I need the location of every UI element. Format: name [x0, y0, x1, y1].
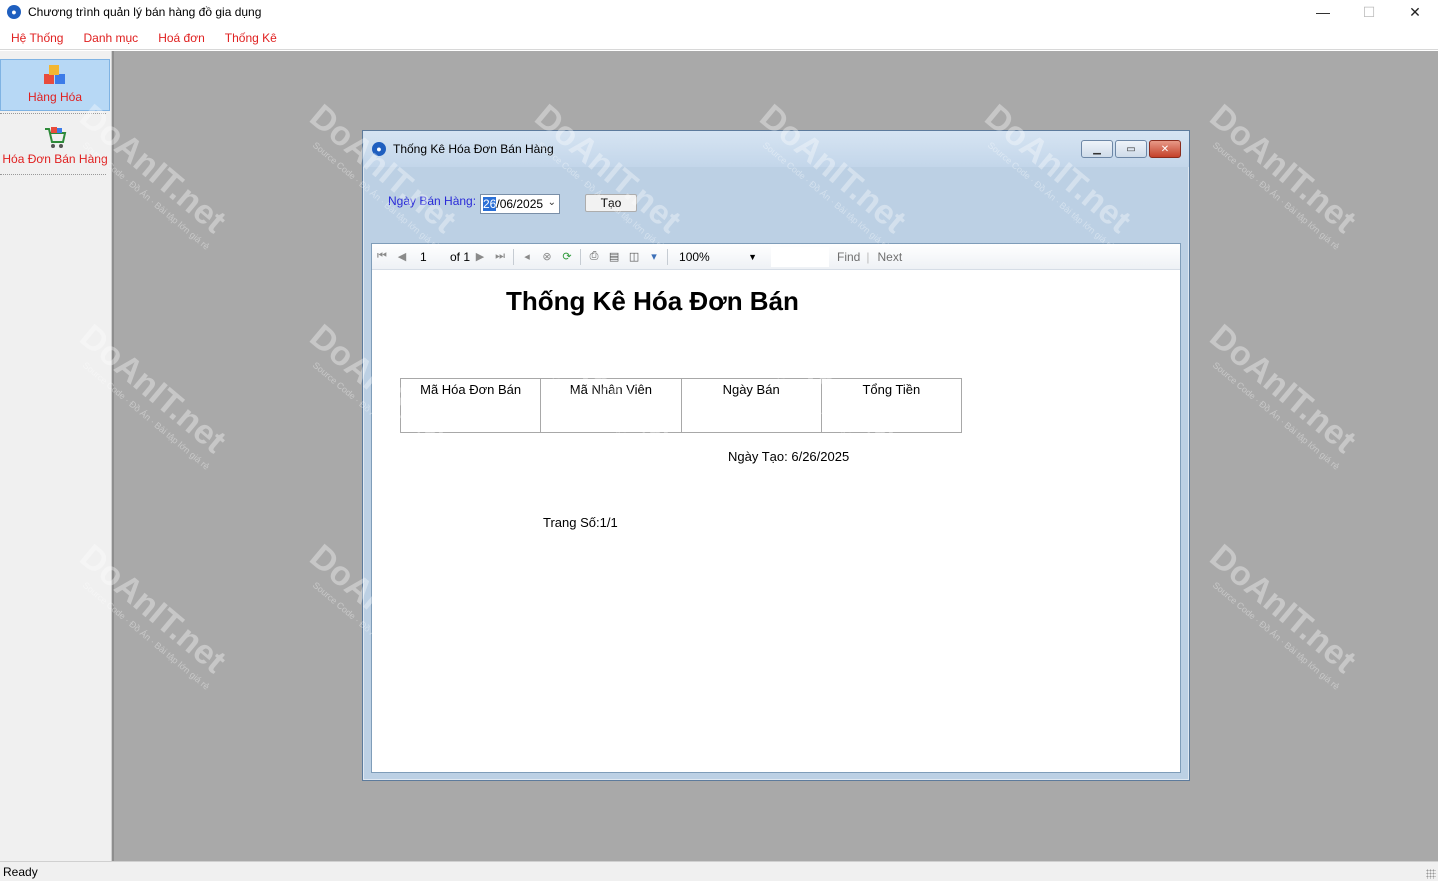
column-header: Mã Nhân Viên [541, 379, 682, 432]
child-close-button[interactable]: ✕ [1149, 140, 1181, 158]
page-setup-icon[interactable]: ◫ [624, 247, 644, 267]
print-layout-icon[interactable]: ▤ [604, 247, 624, 267]
boxes-icon [44, 65, 65, 84]
status-bar: Ready [0, 861, 1438, 881]
status-text: Ready [3, 864, 38, 879]
report-page-number: Trang Số:1/1 [543, 515, 618, 530]
sale-date-label: Ngày Bán Hàng: [388, 194, 477, 208]
export-icon[interactable]: ▾ [644, 247, 664, 267]
shopping-cart-icon [45, 127, 67, 148]
report-window-title: Thống Kê Hóa Đơn Bán Hàng [393, 142, 554, 156]
app-title: Chương trình quản lý bán hàng đồ gia dụn… [28, 5, 262, 19]
report-title: Thống Kê Hóa Đơn Bán [506, 286, 799, 316]
child-restore-button[interactable]: ▭ [1115, 140, 1147, 158]
page-count-label: of 1 [450, 249, 471, 264]
window-controls: — ☐ ✕ [1300, 0, 1438, 24]
window-icon: ● [372, 142, 386, 156]
child-minimize-button[interactable]: ▁ [1081, 140, 1113, 158]
report-window-titlebar[interactable]: ● Thống Kê Hóa Đơn Bán Hàng ▁ ▭ ✕ [363, 131, 1189, 167]
sidebar-item-hang-hoa[interactable]: Hàng Hóa [0, 59, 110, 111]
find-button[interactable]: Find [837, 250, 860, 264]
app-titlebar: ● Chương trình quản lý bán hàng đồ gia d… [0, 0, 1438, 24]
chevron-down-icon: ▼ [748, 251, 758, 262]
last-page-icon[interactable]: ⏭ [490, 247, 510, 267]
report-viewer: ⏮ ◀ 1 of 1 ▶ ⏭ ◂ ⊗ ⟳ ⎙ ▤ ◫ ▾ 100% ▼ Find… [371, 243, 1181, 773]
stop-icon[interactable]: ⊗ [537, 247, 557, 267]
find-divider: | [866, 249, 870, 264]
sidebar: Hàng Hóa Hóa Đơn Bán Hàng [0, 51, 112, 861]
zoom-select[interactable]: 100% ▼ [675, 247, 761, 267]
toolbar-divider [667, 248, 669, 265]
report-table-header: Mã Hóa Đơn Bán Mã Nhân Viên Ngày Bán Tổn… [400, 378, 962, 433]
sidebar-divider [0, 113, 106, 114]
first-page-icon[interactable]: ⏮ [372, 247, 392, 267]
find-input[interactable] [771, 246, 830, 267]
column-header: Mã Hóa Đơn Bán [401, 379, 542, 432]
date-rest: /06/2025 [496, 197, 544, 211]
sidebar-item-label: Hóa Đơn Bán Hàng [2, 152, 108, 166]
menu-he-thong[interactable]: Hệ Thống [0, 27, 73, 49]
create-button[interactable]: Tạo [585, 194, 637, 212]
back-icon[interactable]: ◂ [517, 247, 537, 267]
sale-date-picker[interactable]: 26 /06/2025 ⌄ [480, 194, 560, 214]
report-toolbar: ⏮ ◀ 1 of 1 ▶ ⏭ ◂ ⊗ ⟳ ⎙ ▤ ◫ ▾ 100% ▼ Find… [372, 244, 1180, 270]
report-window-controls: ▁ ▭ ✕ [1081, 140, 1181, 158]
maximize-button[interactable]: ☐ [1346, 0, 1392, 24]
page-number-input[interactable]: 1 [416, 247, 446, 267]
refresh-icon[interactable]: ⟳ [557, 247, 577, 267]
date-day-selected: 26 [483, 197, 497, 211]
close-button[interactable]: ✕ [1392, 0, 1438, 24]
sidebar-item-hoa-don-ban-hang[interactable]: Hóa Đơn Bán Hàng [0, 116, 110, 172]
report-created-date: Ngày Tạo: 6/26/2025 [728, 449, 850, 464]
chevron-down-icon[interactable]: ⌄ [548, 197, 556, 208]
sidebar-divider [0, 174, 106, 175]
menu-bar: Hệ Thống Danh mục Hoá đơn Thống Kê [0, 26, 1438, 50]
report-window: ● Thống Kê Hóa Đơn Bán Hàng ▁ ▭ ✕ Ngày B… [362, 130, 1190, 781]
app-icon: ● [7, 5, 21, 19]
column-header: Tổng Tiền [862, 382, 921, 397]
find-next-button[interactable]: Next [877, 250, 902, 264]
next-page-icon[interactable]: ▶ [470, 247, 490, 267]
previous-page-icon[interactable]: ◀ [392, 247, 412, 267]
resize-grip[interactable] [1426, 869, 1436, 879]
menu-hoa-don[interactable]: Hoá đơn [148, 27, 215, 49]
minimize-button[interactable]: — [1300, 0, 1346, 24]
sidebar-item-label: Hàng Hóa [27, 90, 83, 104]
report-page: Thống Kê Hóa Đơn Bán Mã Hóa Đơn Bán Mã N… [372, 271, 1180, 772]
menu-danh-muc[interactable]: Danh mục [73, 27, 148, 49]
column-header: Ngày Bán [682, 379, 822, 432]
print-icon[interactable]: ⎙ [584, 247, 604, 267]
menu-thong-ke[interactable]: Thống Kê [215, 27, 287, 49]
zoom-value: 100% [679, 249, 710, 264]
toolbar-divider [513, 248, 515, 265]
toolbar-divider [580, 248, 582, 265]
